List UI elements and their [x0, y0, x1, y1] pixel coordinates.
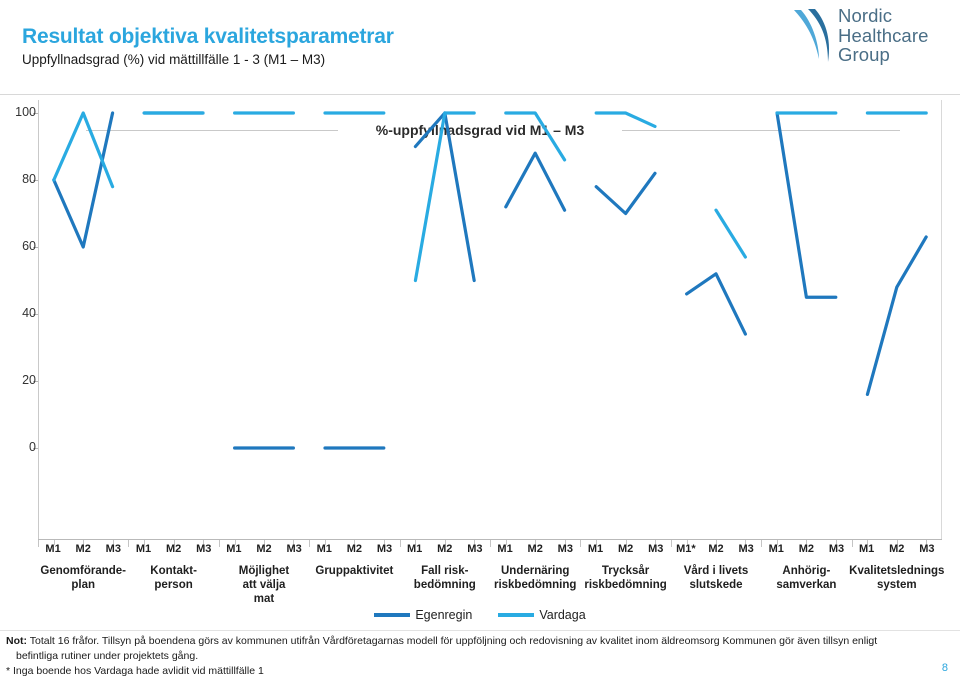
category-label-line: att välja: [242, 579, 286, 591]
y-axis-tick-label: 20: [22, 373, 36, 387]
plot-area: 0 20 40 60 80 100: [15, 100, 942, 547]
measurement-label: M2: [708, 543, 724, 555]
slide-header: Resultat objektiva kvalitetsparametrar U…: [0, 0, 960, 96]
measurement-label: M1: [859, 543, 875, 555]
logo-wordmark: Nordic Healthcare Group: [838, 6, 928, 65]
series-segment-vardaga: [594, 111, 657, 128]
series-segment-egenregin: [685, 272, 747, 336]
y-axis-tick-label: 0: [29, 440, 36, 454]
measurement-label: M3: [376, 543, 393, 555]
measurement-labels-3: M1 M2 M3: [219, 543, 309, 555]
measurement-label: M2: [437, 543, 453, 555]
measurement-labels-7: M1 M2 M3: [580, 543, 670, 555]
y-axis-tick-label: 40: [22, 306, 36, 320]
category-label-line: Kvalitetslednings: [849, 565, 945, 577]
nordic-healthcare-group-logo: Nordic Healthcare Group: [778, 5, 956, 67]
page-subtitle: Uppfyllnadsgrad (%) vid mättillfälle 1 -…: [22, 52, 326, 68]
legend-swatch-icon: [374, 612, 411, 617]
series-segment-egenregin: [413, 111, 476, 283]
title-block: Resultat objektiva kvalitetsparametrar U…: [22, 25, 394, 68]
measurement-label: M2: [889, 543, 905, 555]
logo-line-nordic: Nordic: [838, 5, 893, 26]
measurement-label: M1: [497, 543, 513, 555]
footnote-line-2: befintliga rutiner under projektets gång…: [16, 650, 199, 662]
legend-item-egenregin[interactable]: Egenregin: [374, 608, 472, 622]
measurement-labels-10: M1 M2 M3: [852, 543, 942, 555]
footnotes: Not: Totalt 16 fråfor. Tillsyn på boende…: [6, 634, 916, 679]
measurement-labels-5: M1 M2 M3: [400, 543, 490, 555]
series-segment-vardaga: [714, 208, 747, 259]
measurement-label: M3: [286, 543, 302, 555]
measurement-label: M2: [256, 543, 272, 555]
measurement-label: M3: [919, 543, 935, 555]
series-segment-egenregin: [594, 171, 657, 216]
page-number: 8: [941, 662, 948, 674]
measurement-label: M1: [768, 543, 784, 555]
measurement-label: M3: [105, 543, 121, 555]
measurement-labels-6: M1 M2 M3: [490, 543, 580, 555]
series-segment-egenregin: [52, 111, 115, 249]
series-segment-egenregin: [865, 235, 928, 396]
y-axis-tick-label: 80: [22, 172, 36, 186]
logo-line-group: Group: [838, 44, 890, 65]
category-label-line: system: [876, 579, 917, 591]
measurement-label: M1*: [676, 543, 696, 555]
page-title: Resultat objektiva kvalitetsparametrar: [22, 25, 394, 48]
series-segment-egenregin: [504, 151, 567, 212]
measurement-labels-4: M1 M2 M3: [309, 543, 399, 555]
footnote-line-3: * Inga boende hos Vardaga hade avlidit v…: [6, 665, 264, 677]
measurement-label: M2: [346, 543, 363, 555]
footnote-line-1: Not: Totalt 16 fråfor. Tillsyn på boende…: [6, 634, 916, 649]
measurement-label: M3: [196, 543, 212, 555]
measurement-label: M3: [648, 543, 664, 555]
category-label-line: mat: [253, 593, 275, 605]
measurement-label: M3: [828, 543, 845, 555]
chart-legend: Egenregin Vardaga: [0, 608, 960, 622]
legend-label: Vardaga: [539, 608, 586, 622]
measurement-label: M1: [407, 543, 423, 555]
measurement-labels-1: M1 M2 M3: [38, 543, 128, 555]
measurement-label: M2: [527, 543, 543, 555]
measurement-labels-8: M1* M2 M3: [671, 543, 761, 555]
measurement-label: M1: [135, 543, 152, 555]
chart-container: %-uppfyllnadsgrad vid M1 – M3 0 20 40 60 80 1…: [0, 100, 960, 620]
measurement-label: M2: [75, 543, 91, 555]
measurement-label: M1: [587, 543, 604, 555]
legend-item-vardaga[interactable]: Vardaga: [498, 608, 586, 622]
footnote-line-1-text: Totalt 16 fråfor. Tillsyn på boendena gö…: [27, 635, 878, 647]
measurement-label: M1: [226, 543, 242, 555]
series-segment-egenregin: [775, 111, 838, 299]
measurement-labels-9: M1 M2 M3: [761, 543, 851, 555]
y-axis-tick-label: 60: [22, 239, 36, 253]
measurement-label: M3: [557, 543, 573, 555]
measurement-label: M2: [798, 543, 815, 555]
footer-divider: [0, 630, 960, 631]
header-divider: [0, 94, 960, 95]
logo-line-healthcare: Healthcare: [838, 24, 929, 46]
category-label: Kvalitetslednings system: [844, 564, 950, 592]
measurement-label: M3: [467, 543, 483, 555]
measurement-label: M1: [45, 543, 61, 555]
legend-label: Egenregin: [415, 608, 473, 622]
footnote-label: Not:: [6, 635, 27, 647]
chart-series-lines: [52, 111, 928, 450]
measurement-label: M3: [738, 543, 754, 555]
measurement-label: M2: [617, 543, 634, 555]
measurement-labels-2: M1 M2 M3: [128, 543, 218, 555]
y-axis-tick-label: 100: [15, 105, 36, 119]
legend-swatch-icon: [498, 612, 535, 617]
measurement-label: M2: [165, 543, 182, 555]
logo-swoosh-icon: [788, 7, 838, 70]
measurement-label: M1: [316, 543, 332, 555]
